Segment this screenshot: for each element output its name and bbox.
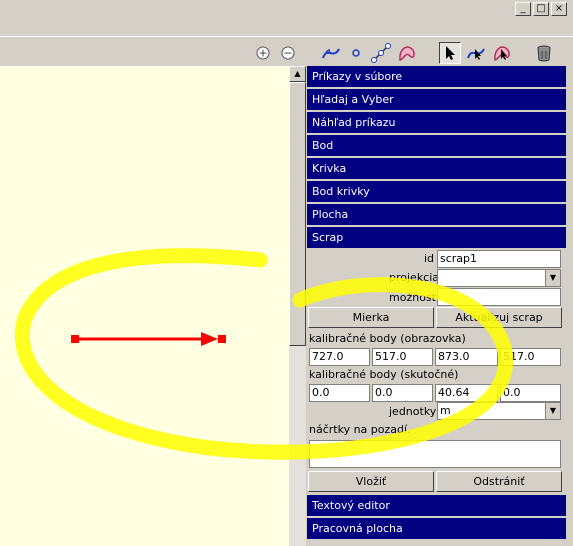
zoom-out-glyph: − — [283, 47, 292, 60]
line-tool-icon[interactable] — [370, 42, 392, 64]
side-panel: Príkazy v súbore Hľadaj a Vyber Náhľad p… — [307, 66, 566, 546]
id-field[interactable]: scrap1 — [437, 250, 561, 268]
section-area[interactable]: Plocha — [307, 204, 566, 226]
units-select[interactable]: m ▼ — [437, 402, 561, 420]
calib-screen-y2[interactable]: 517.0 — [500, 348, 561, 366]
curve-tool-icon[interactable] — [320, 42, 342, 64]
sketches-list[interactable] — [309, 440, 561, 468]
section-point[interactable]: Bod — [307, 135, 566, 157]
options-label: možnosti — [389, 291, 440, 304]
scale-button[interactable]: Mierka — [308, 307, 434, 328]
scroll-thumb[interactable] — [289, 82, 306, 346]
options-field[interactable] — [437, 288, 561, 306]
calib-screen-y1[interactable]: 517.0 — [372, 348, 433, 366]
delete-trash-icon[interactable] — [533, 42, 555, 64]
id-label: id — [424, 252, 435, 265]
calib-real-x1[interactable]: 0.0 — [309, 384, 370, 402]
section-text-editor[interactable]: Textový editor — [307, 495, 566, 517]
update-scrap-button[interactable]: Aktualizuj scrap — [436, 307, 562, 328]
section-commands-in-file[interactable]: Príkazy v súbore — [307, 66, 566, 88]
window-controls: _ □ × — [515, 2, 567, 16]
calib-screen-label: kalibračné body (obrazovka) — [309, 332, 466, 345]
area-tool-icon[interactable] — [396, 42, 418, 64]
section-find-select[interactable]: Hľadaj a Vyber — [307, 89, 566, 111]
calib-real-label: kalibračné body (skutočné) — [309, 368, 459, 381]
calib-real-x2[interactable]: 40.64 — [435, 384, 498, 402]
projection-label: projekcia — [389, 271, 440, 284]
zoom-out-icon[interactable]: − — [277, 42, 299, 64]
point-tool-icon[interactable] — [345, 42, 367, 64]
section-command-preview[interactable]: Náhľad príkazu — [307, 112, 566, 134]
remove-button[interactable]: Odstrániť — [436, 471, 562, 492]
scroll-up-button[interactable]: ▲ — [289, 66, 306, 82]
select-arrow-icon[interactable] — [439, 42, 461, 64]
right-border — [566, 66, 573, 546]
calib-screen-x2[interactable]: 873.0 — [435, 348, 498, 366]
zoom-in-icon[interactable]: + — [252, 42, 274, 64]
chevron-down-icon[interactable]: ▼ — [545, 403, 560, 419]
section-curve[interactable]: Krivka — [307, 158, 566, 180]
select-curve-icon[interactable] — [465, 42, 487, 64]
title-bar: _ □ × — [0, 0, 573, 20]
section-curve-point[interactable]: Bod krivky — [307, 181, 566, 203]
chevron-down-icon[interactable]: ▼ — [545, 270, 560, 286]
sketches-label: náčrtky na pozadí. — [309, 423, 411, 436]
select-area-icon[interactable] — [491, 42, 513, 64]
minimize-button[interactable]: _ — [515, 2, 531, 16]
vertical-scrollbar[interactable]: ▲ — [289, 66, 306, 546]
maximize-button[interactable]: □ — [533, 2, 549, 16]
calib-real-y2[interactable]: 0.0 — [500, 384, 561, 402]
units-label: jednotky — [389, 405, 437, 418]
zoom-in-glyph: + — [258, 47, 267, 60]
calib-real-y1[interactable]: 0.0 — [372, 384, 433, 402]
calib-screen-x1[interactable]: 727.0 — [309, 348, 370, 366]
projection-select[interactable]: ▼ — [437, 269, 561, 287]
close-button[interactable]: × — [551, 2, 567, 16]
section-workspace[interactable]: Pracovná plocha — [307, 518, 566, 540]
insert-button[interactable]: Vložiť — [308, 471, 434, 492]
units-value: m — [440, 404, 451, 417]
drawing-canvas[interactable] — [0, 66, 289, 546]
section-scrap[interactable]: Scrap — [307, 227, 566, 249]
toolbar: + − — [0, 36, 573, 67]
